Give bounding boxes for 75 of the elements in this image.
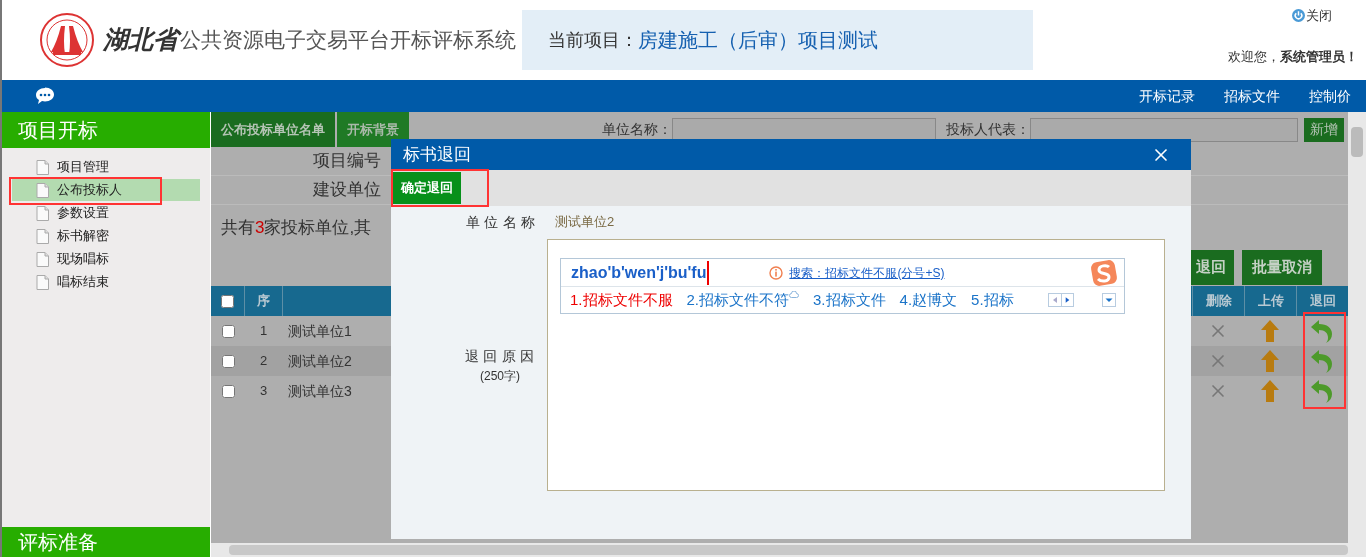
section-header[interactable]: 评标准备 <box>2 527 210 557</box>
power-icon <box>1292 9 1305 23</box>
ime-candidate[interactable]: 2.招标文件不符 <box>686 288 800 312</box>
return-arrow-icon[interactable] <box>1310 318 1334 344</box>
input-method-logo-icon <box>1090 258 1118 287</box>
filter-field[interactable] <box>1030 117 1298 142</box>
filter-label: 投标人代表： <box>946 120 1030 139</box>
vertical-scrollbar[interactable] <box>1348 112 1366 543</box>
chat-bubble-icon[interactable] <box>35 87 55 105</box>
ime-composition: zhao'b'wen'j'bu'fu <box>571 260 710 285</box>
row-checkbox[interactable] <box>221 384 235 398</box>
document-icon <box>36 251 49 267</box>
add-button[interactable]: 新增 <box>1304 117 1344 142</box>
row-checkbox[interactable] <box>221 324 235 338</box>
document-icon <box>36 182 49 198</box>
row-number: 2 <box>258 352 269 371</box>
horizontal-scrollbar[interactable] <box>211 543 1366 557</box>
info-label: 项目编号 <box>312 150 381 173</box>
ime-candidate[interactable]: 5.招标 <box>971 288 1014 312</box>
reason-field[interactable]: zhao'b'wen'j'bu'fu 搜索：招标文件不服(分号+S) 1.招标文件不服 2.招标文件不符 3.招标文件 4.赵博文 5.招标 <box>547 239 1165 491</box>
nav-link[interactable]: 招标文件 <box>1224 85 1280 107</box>
document-icon <box>36 274 49 290</box>
sidebar-item[interactable]: 现场唱标 <box>12 248 200 270</box>
document-icon <box>36 228 49 244</box>
column-header: 上传 <box>1244 286 1296 316</box>
upload-arrow-icon[interactable] <box>1261 320 1279 342</box>
column-header: 删除 <box>1192 286 1244 316</box>
column-header: 序 <box>256 292 271 311</box>
filter-field[interactable] <box>672 117 936 142</box>
select-all-checkbox[interactable] <box>221 294 234 308</box>
return-arrow-icon[interactable] <box>1310 378 1334 404</box>
sidebar-item[interactable]: 项目管理 <box>12 156 200 178</box>
ime-candidate[interactable]: 1.招标文件不服 <box>570 288 673 312</box>
sidebar-item[interactable]: 标书解密 <box>12 225 200 247</box>
unit-name: 测试单位2 <box>288 352 352 369</box>
sidebar-item[interactable]: 唱标结束 <box>12 271 200 293</box>
search-link[interactable]: 搜索：招标文件不服(分号+S) <box>789 263 945 282</box>
system-title: 公共资源电子交易平台开标评标系统 <box>180 28 516 54</box>
info-label: 建设单位 <box>312 179 381 202</box>
info-icon <box>769 265 784 280</box>
current-project-label: 当前项目： <box>548 28 638 52</box>
character-limit: (250字) <box>480 367 520 385</box>
unit-name: 测试单位1 <box>288 322 352 339</box>
ime-candidate[interactable]: 4.赵博文 <box>899 288 958 312</box>
ime-candidate[interactable]: 3.招标文件 <box>813 288 886 312</box>
section-header[interactable]: 项目开标 <box>2 112 210 148</box>
close-link[interactable]: 关闭 <box>1292 6 1332 26</box>
field-label: 单位名称 <box>465 212 539 232</box>
welcome-text: 欢迎您，系统管理员！ <box>1228 47 1358 66</box>
page-arrows[interactable] <box>1048 293 1074 307</box>
nav-link[interactable]: 开标记录 <box>1139 85 1195 107</box>
summary-text: 共有3家投标单位,其 <box>221 216 372 239</box>
field-label: 退回原因 <box>465 346 538 366</box>
row-number: 1 <box>258 322 269 341</box>
row-number: 3 <box>258 382 269 401</box>
unit-value: 测试单位2 <box>555 213 615 232</box>
action-button[interactable]: 批量取消 <box>1242 250 1322 285</box>
tab[interactable]: 开标背景 <box>337 112 409 147</box>
sidebar-item[interactable]: 公布投标人 <box>12 179 200 201</box>
document-icon <box>36 159 49 175</box>
nav-link[interactable]: 控制价 <box>1309 85 1351 107</box>
filter-label: 单位名称： <box>602 120 672 139</box>
return-arrow-icon[interactable] <box>1310 348 1334 374</box>
tab[interactable]: 公布投标单位名单 <box>211 112 335 147</box>
dropdown-icon[interactable] <box>1102 293 1116 307</box>
confirm-return-button[interactable]: 确定退回 <box>393 172 461 204</box>
current-project-name: 房建施工（后审）项目测试 <box>638 28 878 53</box>
upload-arrow-icon[interactable] <box>1261 380 1279 402</box>
cloud-icon <box>789 290 800 298</box>
row-checkbox[interactable] <box>221 354 235 368</box>
unit-name: 测试单位3 <box>288 382 352 399</box>
document-icon <box>36 205 49 221</box>
sidebar-item[interactable]: 参数设置 <box>12 202 200 224</box>
emblem-logo-icon <box>39 12 95 68</box>
upload-arrow-icon[interactable] <box>1261 350 1279 372</box>
